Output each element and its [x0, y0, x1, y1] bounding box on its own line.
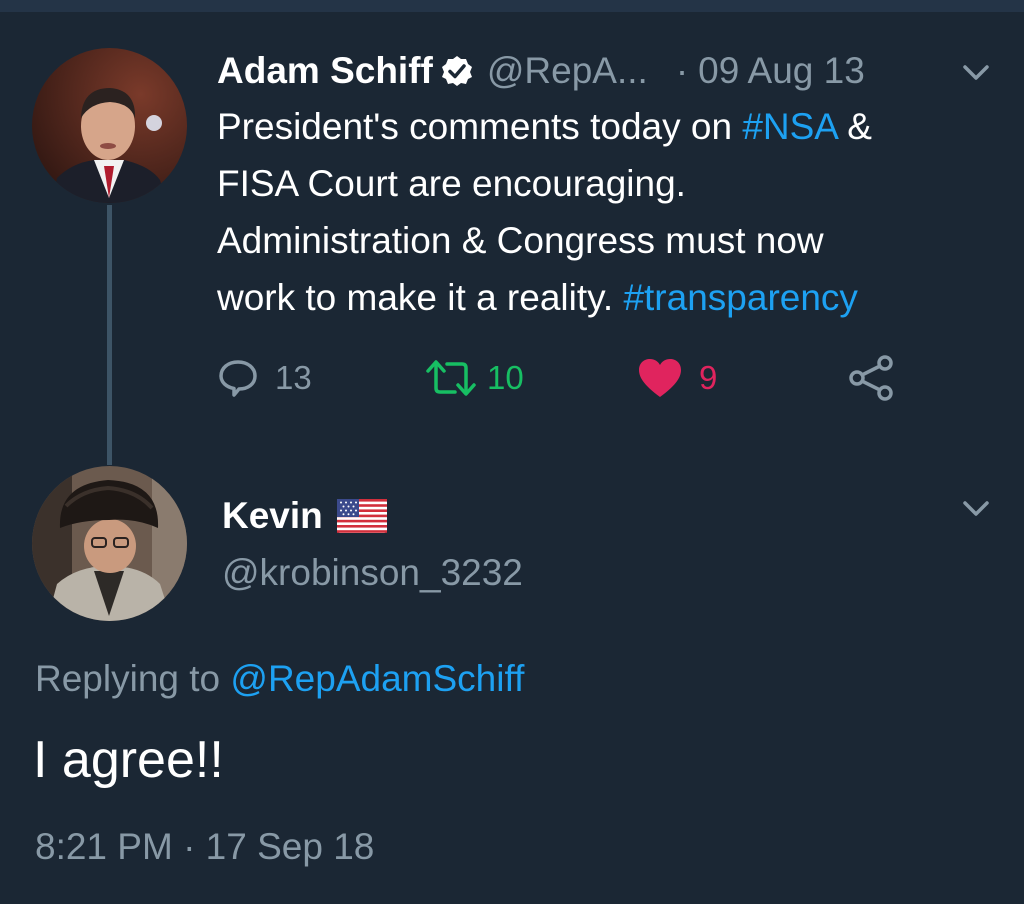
reply-author-handle[interactable]: @krobinson_3232 — [222, 552, 523, 594]
like-count: 9 — [699, 359, 718, 396]
original-tweet-header: Adam Schiff @RepA... · 09 Aug 13 — [217, 46, 865, 96]
retweet-icon — [426, 360, 476, 396]
tweet-date[interactable]: 09 Aug 13 — [698, 50, 865, 92]
retweet-count: 10 — [487, 359, 524, 396]
chevron-down-icon[interactable] — [962, 500, 990, 518]
hashtag-transparency[interactable]: #transparency — [623, 277, 857, 318]
reply-author-name[interactable]: Kevin — [222, 495, 323, 537]
avatar-kevin[interactable] — [32, 466, 187, 621]
reply-button[interactable]: 13 — [217, 352, 312, 404]
avatar-adam-schiff[interactable] — [32, 48, 187, 203]
replying-to-mention[interactable]: @RepAdamSchiff — [230, 658, 524, 699]
original-tweet-text: President's comments today on #NSA & FIS… — [217, 98, 1007, 326]
chevron-down-icon[interactable] — [962, 64, 990, 82]
reply-tweet-text: I agree!! — [33, 731, 224, 789]
tweet-text-line: FISA Court are encouraging. — [217, 163, 686, 204]
verified-badge-icon — [441, 56, 472, 86]
like-button[interactable]: 9 — [637, 352, 717, 404]
tweet-text-line: Administration & Congress must now — [217, 220, 824, 261]
tweet-text-line: work to make it a reality. #transparency — [217, 277, 858, 318]
reply-count: 13 — [275, 359, 312, 396]
heart-icon — [639, 359, 681, 397]
top-bar — [0, 0, 1024, 12]
share-icon — [849, 355, 893, 401]
reply-icon — [219, 360, 257, 397]
tweet-text-line: President's comments today on #NSA & — [217, 106, 872, 147]
author-handle[interactable]: @RepA... — [487, 50, 648, 92]
replying-to-label: Replying to — [35, 658, 231, 699]
reply-timestamp[interactable]: 8:21 PM · 17 Sep 18 — [35, 826, 374, 868]
thread-line — [107, 205, 112, 465]
hashtag-nsa[interactable]: #NSA — [742, 106, 837, 147]
separator-dot: · — [675, 50, 689, 91]
reply-author-row: Kevin — [222, 495, 387, 537]
replying-to: Replying to @RepAdamSchiff — [35, 658, 524, 700]
retweet-button[interactable]: 10 — [425, 352, 524, 404]
tweet-actions: 13 10 9 — [217, 352, 917, 404]
us-flag-icon — [336, 499, 387, 533]
share-button[interactable] — [847, 352, 895, 404]
author-name[interactable]: Adam Schiff — [217, 50, 433, 92]
